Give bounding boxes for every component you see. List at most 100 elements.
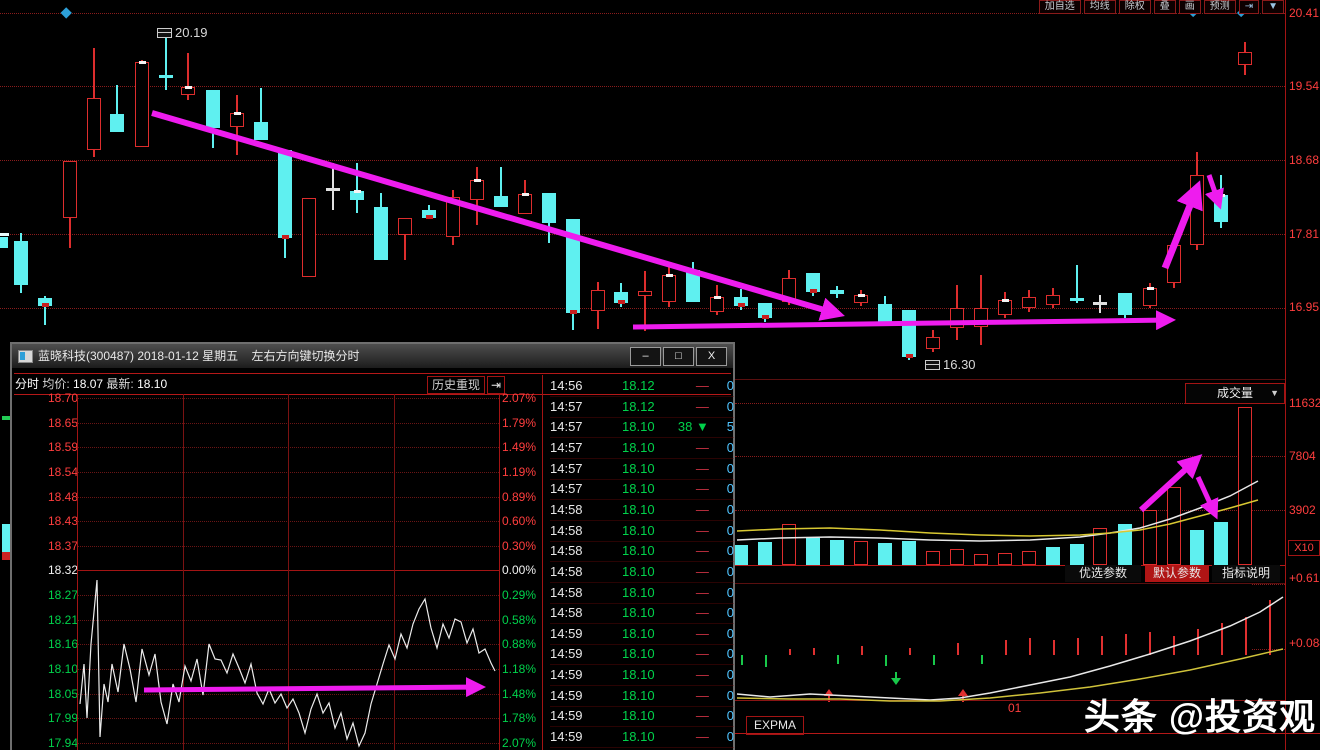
close-button[interactable]: X: [696, 347, 727, 366]
volume-bar: [758, 542, 772, 565]
histogram-tick: [1005, 640, 1007, 655]
maximize-button[interactable]: □: [663, 347, 694, 366]
trade-time: 14:57: [550, 397, 595, 417]
trade-row: 14:5718.1038 ▼5: [550, 417, 734, 438]
trade-time: 14:59: [550, 624, 595, 644]
price-axis-label: 20.41: [1289, 7, 1319, 20]
price-axis-label: 19.54: [1289, 80, 1319, 93]
trade-volume: —: [655, 438, 709, 458]
candle-body: [1022, 297, 1036, 308]
candle-body: [830, 290, 844, 294]
trade-count: 0: [709, 686, 734, 706]
trade-count: 0: [709, 665, 734, 685]
history-replay-button[interactable]: 历史重现: [427, 376, 485, 394]
toolbar-item-画[interactable]: 画: [1179, 0, 1201, 14]
popup-left-axis-label: 18.59: [32, 441, 78, 454]
tab-优选参数[interactable]: 优选参数: [1065, 565, 1141, 582]
candle-body: [566, 219, 580, 313]
histogram-tick: [1101, 636, 1103, 655]
volume-bar: [806, 538, 820, 565]
trade-price: 18.10: [595, 603, 655, 623]
candle-mark: [858, 294, 865, 297]
trade-count: 0: [709, 624, 734, 644]
trade-count: 0: [709, 583, 734, 603]
histogram-tick: [1149, 632, 1151, 655]
mode-label[interactable]: 分时: [15, 377, 39, 391]
volume-bar: [1214, 522, 1228, 565]
trade-row: 14:5918.10—0: [550, 706, 734, 727]
watermark-logo: 头条: [1084, 696, 1158, 737]
trade-time: 14:59: [550, 727, 595, 747]
tab-指标说明[interactable]: 指标说明: [1212, 565, 1280, 582]
trade-price: 18.10: [595, 644, 655, 664]
toolbar-item-加自选[interactable]: 加自选: [1039, 0, 1081, 14]
volume-indicator-selector[interactable]: 成交量 ▼: [1185, 383, 1285, 404]
trade-price: 18.10: [595, 438, 655, 458]
trade-price: 18.12: [595, 397, 655, 417]
window-icon: [18, 350, 33, 363]
trade-price: 18.10: [595, 541, 655, 561]
trade-count: 0: [709, 438, 734, 458]
popup-inner-border-top: [14, 373, 731, 374]
popup-right-axis-label: 0.00%: [502, 564, 536, 577]
trade-time: 14:58: [550, 541, 595, 561]
candle-mark: [282, 235, 289, 239]
trade-count: 0: [709, 500, 734, 520]
volume-bar: [950, 549, 964, 565]
trade-row: 14:5818.10—0: [550, 562, 734, 583]
popup-right-axis-label: 1.19%: [502, 466, 536, 479]
trade-count: 0: [709, 706, 734, 726]
toolbar-item-除权[interactable]: 除权: [1119, 0, 1151, 14]
popup-right-axis-label: 1.18%: [502, 663, 536, 676]
avg-price-value: 18.07: [73, 377, 103, 391]
flag-icon: [925, 360, 940, 370]
volume-bar: [854, 541, 868, 565]
price-axis-line: [1285, 0, 1286, 750]
trade-count: 0: [709, 459, 734, 479]
candle-mark: [714, 296, 721, 299]
candle-body: [326, 188, 340, 191]
replay-arrow-icon[interactable]: ⇥: [1239, 0, 1259, 14]
histogram-tick: [909, 648, 911, 655]
histogram-tick: [861, 646, 863, 655]
candle-body: [398, 218, 412, 235]
trade-row: 14:5918.10—0: [550, 624, 734, 645]
histogram-tick: [1125, 634, 1127, 655]
candle-mark: [474, 179, 481, 182]
chevron-down-icon[interactable]: ▼: [1262, 0, 1284, 14]
toolbar-item-均线[interactable]: 均线: [1084, 0, 1116, 14]
trade-volume: 38 ▼: [655, 417, 709, 437]
trade-volume: —: [655, 644, 709, 664]
popup-title-bar[interactable]: 蓝晓科技(300487) 2018-01-12 星期五 左右方向键切换分时 – …: [12, 344, 733, 368]
trade-volume: —: [655, 727, 709, 747]
popup-right-axis-label: 1.49%: [502, 441, 536, 454]
trade-time: 14:58: [550, 500, 595, 520]
trade-price: 18.10: [595, 583, 655, 603]
expma-label[interactable]: EXPMA: [746, 716, 804, 735]
trade-volume: —: [655, 500, 709, 520]
trade-volume: —: [655, 686, 709, 706]
watermark-handle: @投资观: [1169, 696, 1316, 737]
last-price-value: 18.10: [137, 377, 167, 391]
candle-body: [135, 62, 149, 147]
popup-left-axis-label: 18.70: [32, 392, 78, 405]
toolbar-item-叠[interactable]: 叠: [1154, 0, 1176, 14]
candle-mark: [139, 61, 146, 64]
minimize-button[interactable]: –: [630, 347, 661, 366]
candle-mark: [1002, 299, 1009, 302]
candle-body: [230, 113, 244, 127]
last-price-label: 最新:: [106, 377, 133, 391]
candle-body: [1070, 298, 1084, 301]
volume-bar: [1238, 407, 1252, 565]
volume-bar: [1118, 524, 1132, 565]
volume-bar: [998, 553, 1012, 565]
volume-bar: [1022, 551, 1036, 565]
trade-row: 14:5718.10—0: [550, 438, 734, 459]
price-axis-label: 17.81: [1289, 228, 1319, 241]
toolbar-item-预测[interactable]: 预测: [1204, 0, 1236, 14]
chevron-down-icon[interactable]: ▼: [1270, 384, 1279, 403]
popup-right-axis-label: 2.07%: [502, 737, 536, 750]
candle-mark: [1218, 194, 1225, 197]
tab-默认参数[interactable]: 默认参数: [1145, 565, 1209, 582]
candle-mark: [810, 289, 817, 293]
